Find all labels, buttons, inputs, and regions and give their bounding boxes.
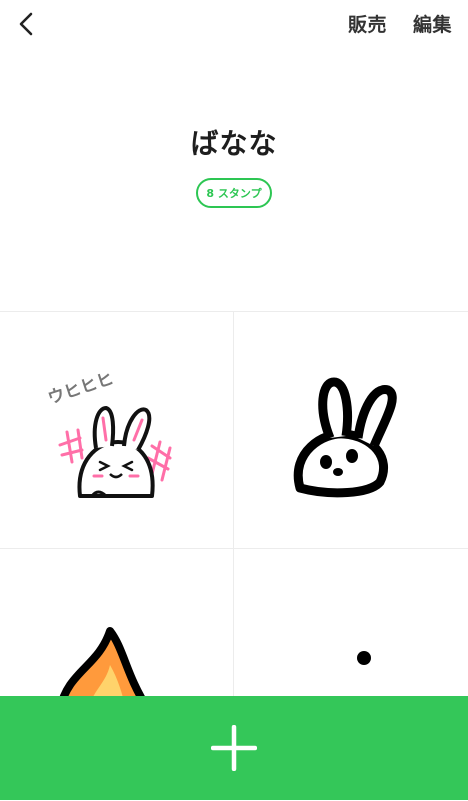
bold-rabbit-sticker [293,377,397,498]
top-actions: 販売 編集 [348,10,452,37]
sticker-cell[interactable] [234,312,468,549]
sticker-count-badge: 8 スタンプ [196,178,272,208]
edit-button[interactable]: 編集 [413,10,452,37]
laughing-rabbit-sticker: ウヒヒヒ [45,369,172,498]
back-button[interactable] [10,8,42,40]
sell-button[interactable]: 販売 [348,10,387,37]
add-sticker-button[interactable] [0,696,468,800]
sticker-caption: ウヒヒヒ [45,369,116,409]
chevron-left-icon [19,12,33,36]
pack-title: ばなな [190,127,278,160]
top-bar: 販売 編集 [0,0,468,52]
plus-icon [211,725,257,771]
sticker-cell[interactable]: ウヒヒヒ [0,312,234,549]
